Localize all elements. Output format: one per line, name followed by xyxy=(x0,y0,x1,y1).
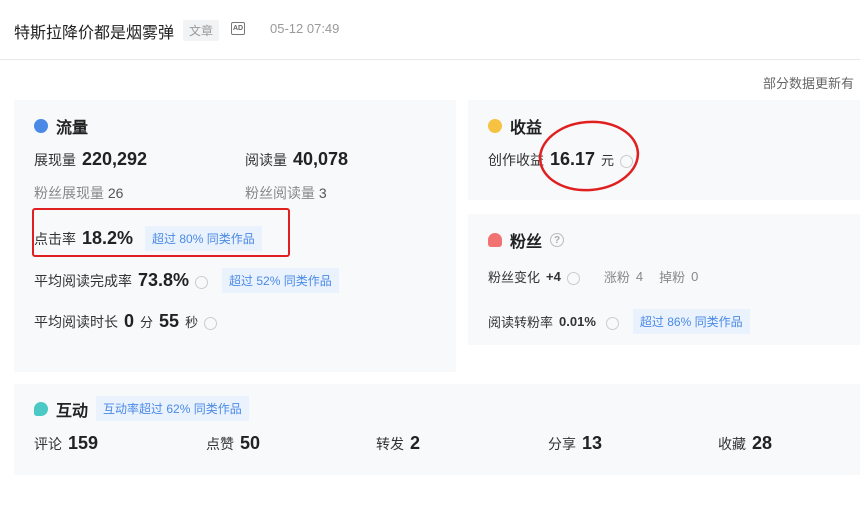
min-unit: 分 xyxy=(140,315,154,330)
traffic-title: 流量 xyxy=(56,120,89,137)
fan-impr-value: 26 xyxy=(107,185,124,201)
traffic-icon xyxy=(34,119,48,133)
fans-card: 粉丝? 粉丝变化 +4 涨粉 4 掉粉 0 阅读转粉率 0.01% 超过 86% 同类作品 xyxy=(468,214,860,345)
clock-icon[interactable] xyxy=(566,272,580,285)
gain-label: 涨粉 xyxy=(603,270,630,285)
fans-title: 粉丝 xyxy=(510,234,543,251)
annotation-rectangle xyxy=(32,208,290,257)
person-icon xyxy=(488,233,502,247)
divider xyxy=(0,59,860,60)
duration-label: 平均阅读时长 xyxy=(34,313,118,330)
article-title[interactable]: 特斯拉降价都是烟雾弹 xyxy=(14,19,174,43)
income-card: 收益 创作收益 16.17 元 xyxy=(468,100,860,200)
completion-label: 平均阅读完成率 xyxy=(34,272,132,289)
interaction-card: 互动 互动率超过 62% 同类作品 评论 159 点赞 50 转发 2 分享 13 收藏 2… xyxy=(14,384,860,475)
conv-label: 阅读转粉率 xyxy=(488,315,554,330)
sec-unit: 秒 xyxy=(185,315,199,330)
interaction-badge: 互动率超过 62% 同类作品 xyxy=(96,396,249,421)
completion-value: 73.8% xyxy=(138,270,190,290)
favorites-value: 28 xyxy=(752,433,773,453)
reposts-value: 2 xyxy=(410,433,421,453)
reposts-label: 转发 xyxy=(376,436,404,452)
publish-time: 05-12 07:49 xyxy=(270,21,340,36)
reads-label: 阅读量 xyxy=(245,152,287,168)
loss-value: 0 xyxy=(691,269,699,284)
impressions-value: 220,292 xyxy=(82,149,148,169)
conv-badge: 超过 86% 同类作品 xyxy=(632,309,750,334)
ad-icon: AD xyxy=(231,22,245,35)
comments-value: 159 xyxy=(68,433,99,453)
likes-label: 点赞 xyxy=(206,436,234,452)
fan-reads-value: 3 xyxy=(318,185,327,201)
reads-value: 40,078 xyxy=(293,149,349,169)
annotation-ellipse xyxy=(538,120,640,192)
clock-icon[interactable] xyxy=(605,317,619,330)
interaction-title: 互动 xyxy=(56,402,89,420)
comments-label: 评论 xyxy=(34,436,62,452)
fans-change-label: 粉丝变化 xyxy=(488,270,541,285)
fan-reads-label: 粉丝阅读量 xyxy=(245,185,315,201)
chat-icon xyxy=(34,401,48,416)
shares-value: 13 xyxy=(582,433,603,453)
conv-value: 0.01% xyxy=(559,314,596,329)
clock-icon[interactable] xyxy=(204,317,218,330)
favorites-label: 收藏 xyxy=(718,436,746,452)
fan-impr-label: 粉丝展现量 xyxy=(34,185,104,201)
impressions-label: 展现量 xyxy=(34,152,76,168)
duration-min: 0 xyxy=(124,311,135,331)
help-icon[interactable]: ? xyxy=(550,233,565,247)
gain-value: 4 xyxy=(635,269,644,284)
loss-label: 掉粉 xyxy=(659,270,686,285)
coin-icon xyxy=(488,119,502,133)
clock-icon[interactable] xyxy=(195,276,209,289)
type-tag: 文章 xyxy=(183,20,220,41)
shares-label: 分享 xyxy=(548,436,576,452)
completion-badge: 超过 52% 同类作品 xyxy=(222,268,339,293)
duration-sec: 55 xyxy=(159,311,180,331)
update-notice: 部分数据更新有 xyxy=(763,76,855,91)
fans-change-value: +4 xyxy=(546,269,561,284)
likes-value: 50 xyxy=(240,433,261,453)
